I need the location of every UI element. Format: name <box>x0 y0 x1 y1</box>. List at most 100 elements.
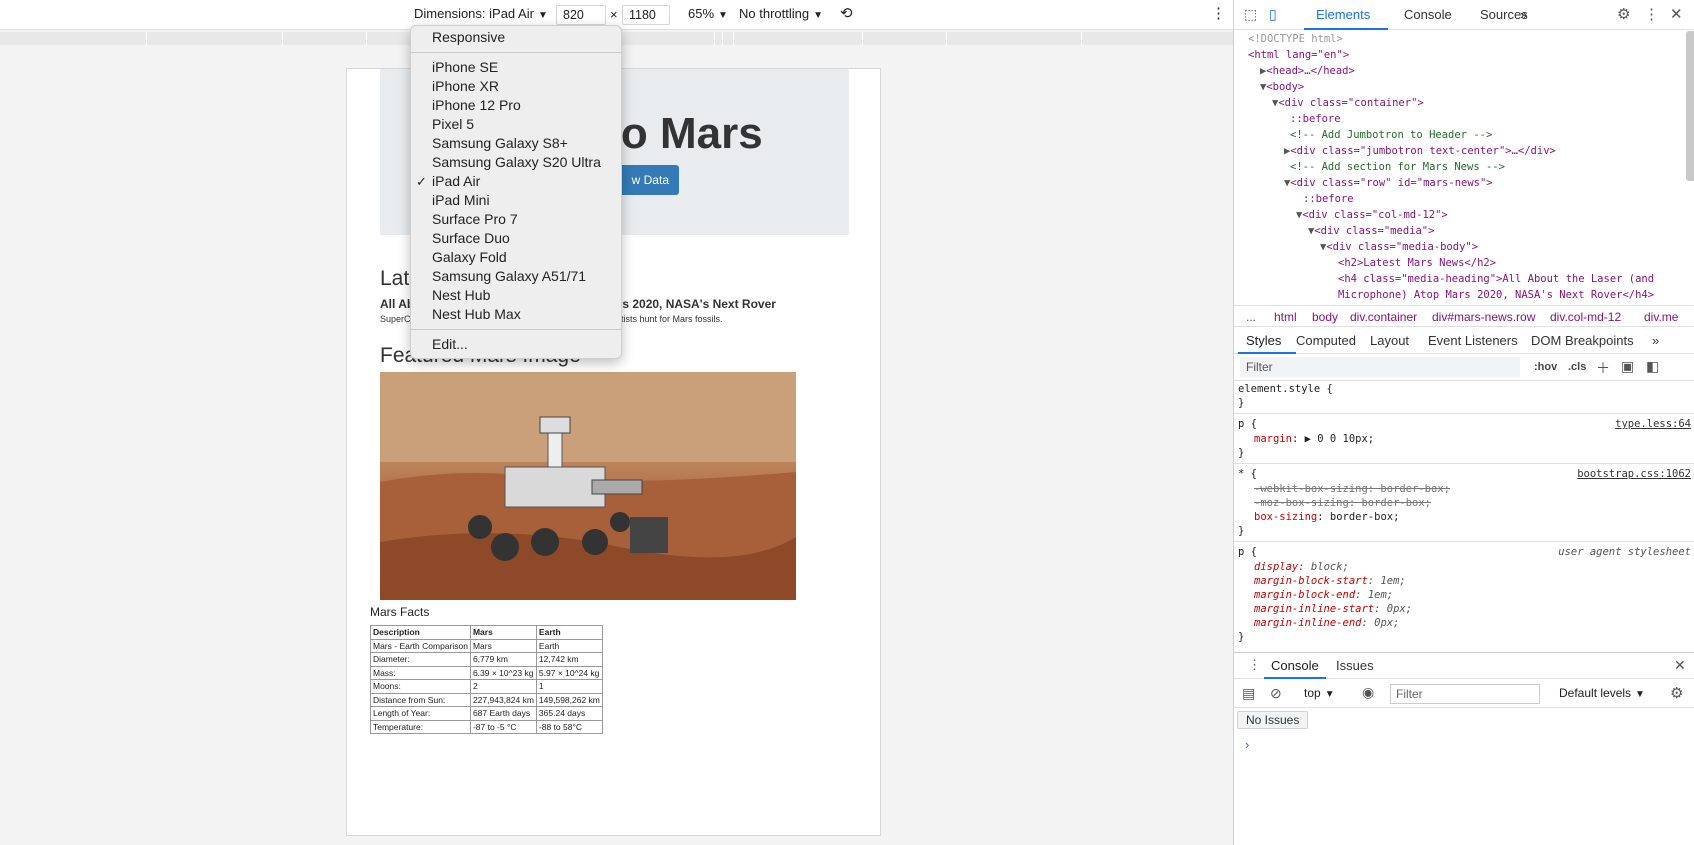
menu-item-device[interactable]: Surface Pro 7 <box>411 210 621 229</box>
dom-node[interactable]: ▼<div class="row" id="mars-news"> <box>1284 175 1493 192</box>
menu-item-device[interactable]: Samsung Galaxy A51/71 <box>411 267 621 286</box>
menu-item-device[interactable]: iPhone SE <box>411 58 621 77</box>
tab-event-listeners[interactable]: Event Listeners <box>1428 333 1518 348</box>
dom-node[interactable]: ▼<div class="col-md-12"> <box>1296 207 1448 224</box>
menu-item-device[interactable]: Nest Hub Max <box>411 305 621 324</box>
table-cell: Mass: <box>370 665 471 680</box>
dom-node[interactable]: ▼<div class="media-body"> <box>1320 239 1478 256</box>
tab-styles[interactable]: Styles <box>1246 333 1281 348</box>
inspect-element-icon[interactable]: ⬚ <box>1244 6 1257 23</box>
css-property-overridden[interactable]: -moz-box-sizing: border-box; <box>1254 496 1431 511</box>
menu-item-device[interactable]: Surface Duo <box>411 229 621 248</box>
console-prompt[interactable]: › <box>1245 737 1249 752</box>
tab-console[interactable]: Console <box>1404 7 1452 22</box>
css-property[interactable]: box-sizing: border-box; <box>1254 510 1399 525</box>
zoom-dropdown[interactable]: 65% ▼ <box>688 6 728 21</box>
clear-console-icon[interactable]: ⊘ <box>1270 685 1282 702</box>
rule-source-link[interactable]: bootstrap.css:1062 <box>1577 467 1691 482</box>
rule-selector[interactable]: * { <box>1238 467 1257 482</box>
menu-item-device[interactable]: iPhone 12 Pro <box>411 96 621 115</box>
dom-node[interactable]: ▶<div class="jumbotron text-center">…</d… <box>1284 143 1556 160</box>
rotate-icon[interactable]: ⟲ <box>840 4 853 22</box>
checkmark-icon: ✓ <box>416 174 427 189</box>
dom-node[interactable]: <h2>Latest Mars News</h2> <box>1338 255 1496 272</box>
menu-item-device[interactable]: Samsung Galaxy S8+ <box>411 134 621 153</box>
breadcrumb-item[interactable]: body <box>1312 310 1338 324</box>
more-options-icon[interactable]: ⋮ <box>1211 4 1226 22</box>
tab-computed[interactable]: Computed <box>1296 333 1356 348</box>
dom-node[interactable]: ::before <box>1290 111 1341 128</box>
drawer-menu-icon[interactable]: ⋮ <box>1248 657 1261 673</box>
times-symbol: × <box>610 7 618 22</box>
more-tabs-icon[interactable]: » <box>1652 333 1659 348</box>
drawer-tab-issues[interactable]: Issues <box>1336 658 1374 673</box>
dom-node[interactable]: ▼<div class="container"> <box>1272 95 1424 112</box>
dom-node[interactable]: ▼<div class="media"> <box>1308 223 1434 240</box>
dom-node[interactable]: <!-- Add section for Mars News --> <box>1290 159 1505 176</box>
menu-item-responsive[interactable]: Responsive <box>411 28 621 47</box>
gear-icon[interactable]: ⚙ <box>1617 5 1630 23</box>
menu-item-device[interactable]: Samsung Galaxy S20 Ultra <box>411 153 621 172</box>
sidebar-toggle-icon[interactable]: ▤ <box>1242 685 1255 702</box>
tab-dom-breakpoints[interactable]: DOM Breakpoints <box>1531 333 1634 348</box>
table-row: Diameter: 6,779 km 12,742 km <box>370 652 603 667</box>
rule-selector[interactable]: element.style { <box>1238 382 1333 397</box>
menu-item-device-selected[interactable]: ✓ iPad Air <box>411 172 621 191</box>
more-tabs-icon[interactable]: » <box>1520 7 1527 22</box>
more-options-icon[interactable]: ⋮ <box>1644 5 1659 23</box>
close-icon[interactable]: ✕ <box>1674 657 1686 674</box>
dom-node[interactable]: ::before <box>1303 191 1354 208</box>
dom-scrollbar[interactable] <box>1686 31 1694 181</box>
breadcrumb-item[interactable]: div.me <box>1644 310 1678 324</box>
eye-icon[interactable]: ◉ <box>1362 684 1374 701</box>
rule-selector[interactable]: p { <box>1238 545 1257 560</box>
no-issues-badge[interactable]: No Issues <box>1237 711 1309 729</box>
context-selector[interactable]: top ▼ <box>1304 686 1335 700</box>
sidebar-toggle-icon[interactable]: ◧ <box>1646 358 1659 375</box>
throttling-dropdown[interactable]: No throttling ▼ <box>739 6 823 21</box>
dom-node[interactable]: <!DOCTYPE html> <box>1248 31 1343 48</box>
breadcrumb-item[interactable]: html <box>1274 310 1297 324</box>
rule-source-link[interactable]: type.less:64 <box>1615 417 1691 432</box>
css-property: margin-block-end: 1em; <box>1254 589 1394 601</box>
add-rule-icon[interactable]: ＋ <box>1596 358 1610 378</box>
hover-state-toggle[interactable]: :hov <box>1534 361 1557 373</box>
dom-node[interactable]: <html lang="en"> <box>1248 47 1349 64</box>
drawer-tab-console[interactable]: Console <box>1271 658 1319 673</box>
menu-item-edit[interactable]: Edit... <box>411 335 621 354</box>
console-filter-input[interactable]: Filter <box>1390 684 1540 704</box>
table-header: Mars <box>469 625 537 640</box>
close-icon[interactable]: ✕ <box>1670 5 1683 23</box>
dom-node[interactable]: <!-- Add Jumbotron to Header --> <box>1290 127 1492 144</box>
breadcrumb-item[interactable]: div#mars-news.row <box>1432 310 1535 324</box>
gear-icon[interactable]: ⚙ <box>1670 684 1683 702</box>
menu-item-device[interactable]: Galaxy Fold <box>411 248 621 267</box>
dom-node[interactable]: ▶<head>…</head> <box>1260 63 1355 80</box>
class-toggle[interactable]: .cls <box>1568 361 1586 373</box>
dom-node[interactable]: ▼<body> <box>1260 79 1304 96</box>
breadcrumb-item[interactable]: ... <box>1246 310 1256 324</box>
rule-selector[interactable]: p { <box>1238 417 1257 432</box>
paint-bucket-icon[interactable]: ▣ <box>1621 358 1634 375</box>
zoom-label: 65% <box>688 6 715 21</box>
device-toolbar-icon[interactable]: ▯ <box>1269 6 1277 23</box>
dom-node[interactable]: Microphone) Atop Mars 2020, NASA's Next … <box>1338 287 1654 304</box>
tab-layout[interactable]: Layout <box>1370 333 1409 348</box>
tab-elements[interactable]: Elements <box>1316 7 1370 22</box>
dom-node[interactable]: <h4 class="media-heading">All About the … <box>1338 271 1654 288</box>
menu-item-device[interactable]: iPhone XR <box>411 77 621 96</box>
menu-item-device[interactable]: iPad Mini <box>411 191 621 210</box>
css-property[interactable]: margin: ▶ 0 0 10px; <box>1254 432 1374 447</box>
breadcrumb-item[interactable]: div.container <box>1350 310 1417 324</box>
width-input[interactable]: 820 <box>556 5 606 25</box>
dimensions-label: Dimensions: iPad Air <box>414 6 534 21</box>
menu-item-device[interactable]: Pixel 5 <box>411 115 621 134</box>
css-property-overridden[interactable]: -webkit-box-sizing: border-box; <box>1254 482 1450 497</box>
breadcrumb-item[interactable]: div.col-md-12 <box>1550 310 1621 324</box>
menu-item-device[interactable]: Nest Hub <box>411 286 621 305</box>
height-input[interactable]: 1180 <box>622 5 670 25</box>
styles-filter-input[interactable]: Filter <box>1240 357 1520 377</box>
scrape-button[interactable]: w Data <box>615 165 679 195</box>
log-levels-dropdown[interactable]: Default levels ▼ <box>1559 686 1645 700</box>
dimensions-dropdown[interactable]: Dimensions: iPad Air ▼ <box>414 6 548 21</box>
